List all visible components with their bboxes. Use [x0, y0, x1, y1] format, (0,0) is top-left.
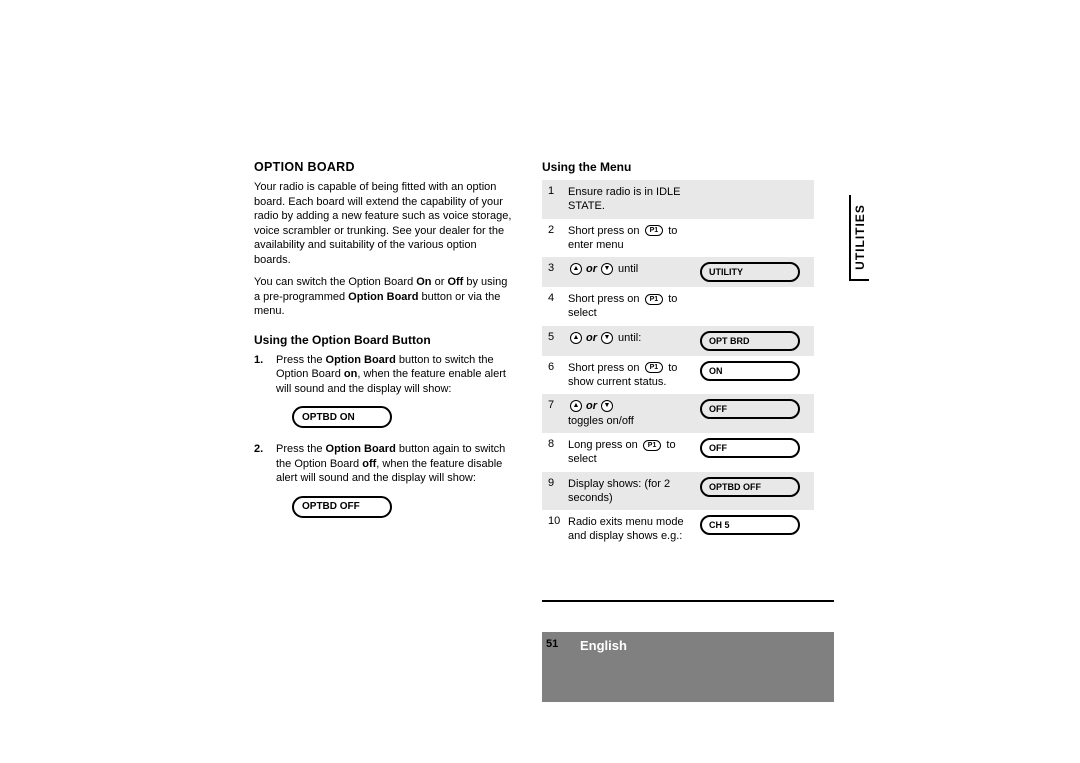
- menu-row-8: 8Long press on P1 to selectOFF: [542, 433, 814, 472]
- down-icon: ▼: [601, 332, 613, 344]
- side-tab-label: UTILITIES: [853, 204, 867, 270]
- intro-paragraph: Your radio is capable of being fitted wi…: [254, 180, 516, 267]
- down-icon: ▼: [601, 400, 613, 412]
- menu-row-3: 3▲or▼ untilUTILITY: [542, 257, 814, 287]
- row-number: 3: [548, 262, 568, 274]
- radio-display-icon: CH 5: [700, 515, 800, 535]
- menu-steps-table: 1Ensure radio is in IDLE STATE.2Short pr…: [542, 180, 814, 549]
- row-desc: Short press on P1 to enter menu: [568, 224, 700, 253]
- button-steps: 1. Press the Option Board button to swit…: [254, 353, 516, 397]
- menu-row-1: 1Ensure radio is in IDLE STATE.: [542, 180, 814, 219]
- row-desc: ▲or▼ until:: [568, 331, 700, 345]
- row-display: ON: [700, 361, 808, 381]
- radio-display-icon: ON: [700, 361, 800, 381]
- row-number: 7: [548, 399, 568, 411]
- menu-row-2: 2Short press on P1 to enter menu: [542, 219, 814, 258]
- subsection-heading: Using the Option Board Button: [254, 333, 516, 347]
- menu-row-10: 10Radio exits menu mode and display show…: [542, 510, 814, 549]
- radio-display-icon: OPT BRD: [700, 331, 800, 351]
- up-icon: ▲: [570, 332, 582, 344]
- row-desc: Display shows: (for 2 seconds): [568, 477, 700, 506]
- p1-button-icon: P1: [645, 294, 664, 305]
- row-desc: ▲or▼toggles on/off: [568, 399, 700, 428]
- menu-row-5: 5▲or▼ until:OPT BRD: [542, 326, 814, 356]
- row-number: 8: [548, 438, 568, 450]
- up-icon: ▲: [570, 263, 582, 275]
- row-number: 1: [548, 185, 568, 197]
- row-display: OPT BRD: [700, 331, 808, 351]
- row-number: 10: [548, 515, 568, 527]
- or-text: or: [586, 263, 597, 275]
- row-display: CH 5: [700, 515, 808, 535]
- page-footer: 51 English: [542, 632, 834, 702]
- radio-display-icon: OFF: [700, 438, 800, 458]
- row-desc: ▲or▼ until: [568, 262, 700, 276]
- menu-row-6: 6Short press on P1 to show current statu…: [542, 356, 814, 395]
- row-desc: Radio exits menu mode and display shows …: [568, 515, 700, 544]
- p1-button-icon: P1: [645, 362, 664, 373]
- row-number: 4: [548, 292, 568, 304]
- up-icon: ▲: [570, 400, 582, 412]
- radio-display-icon: OPTBD OFF: [700, 477, 800, 497]
- page-number: 51: [546, 638, 580, 650]
- down-icon: ▼: [601, 263, 613, 275]
- row-display: OFF: [700, 399, 808, 419]
- row-display: UTILITY: [700, 262, 808, 282]
- menu-row-7: 7▲or▼toggles on/offOFF: [542, 394, 814, 433]
- row-desc: Short press on P1 to show current status…: [568, 361, 700, 390]
- menu-row-9: 9Display shows: (for 2 seconds)OPTBD OFF: [542, 472, 814, 511]
- manual-page: OPTION BOARD Your radio is capable of be…: [254, 160, 834, 710]
- row-desc: Long press on P1 to select: [568, 438, 700, 467]
- row-number: 9: [548, 477, 568, 489]
- or-text: or: [586, 400, 597, 412]
- section-heading: OPTION BOARD: [254, 160, 516, 174]
- row-display: OPTBD OFF: [700, 477, 808, 497]
- radio-display-icon: UTILITY: [700, 262, 800, 282]
- row-number: 2: [548, 224, 568, 236]
- radio-display-on: OPTBD ON: [292, 406, 392, 428]
- right-column: Using the Menu 1Ensure radio is in IDLE …: [542, 160, 814, 549]
- left-column: OPTION BOARD Your radio is capable of be…: [254, 160, 516, 532]
- row-number: 6: [548, 361, 568, 373]
- row-display: OFF: [700, 438, 808, 458]
- row-desc: Short press on P1 to select: [568, 292, 700, 321]
- radio-display-off: OPTBD OFF: [292, 496, 392, 518]
- or-text: or: [586, 332, 597, 344]
- step-2: 2. Press the Option Board button again t…: [254, 442, 516, 486]
- p1-button-icon: P1: [643, 440, 662, 451]
- row-desc: Ensure radio is in IDLE STATE.: [568, 185, 700, 214]
- step-1: 1. Press the Option Board button to swit…: [254, 353, 516, 397]
- row-number: 5: [548, 331, 568, 343]
- p1-button-icon: P1: [645, 225, 664, 236]
- menu-heading: Using the Menu: [542, 160, 814, 174]
- menu-row-4: 4Short press on P1 to select: [542, 287, 814, 326]
- page-language: English: [580, 638, 627, 653]
- switch-paragraph: You can switch the Option Board On or Of…: [254, 275, 516, 319]
- separator-line: [542, 600, 834, 602]
- side-tab: UTILITIES: [849, 195, 869, 281]
- radio-display-icon: OFF: [700, 399, 800, 419]
- button-steps-2: 2. Press the Option Board button again t…: [254, 442, 516, 486]
